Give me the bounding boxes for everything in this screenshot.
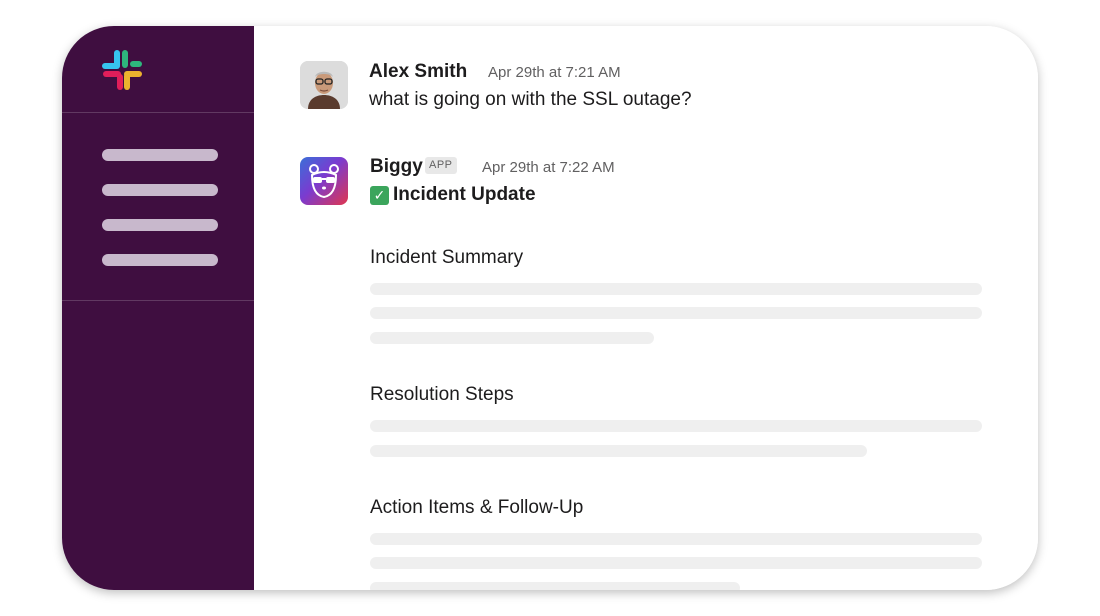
section-title-resolution-steps: Resolution Steps — [370, 384, 514, 405]
bear-icon — [309, 164, 339, 199]
user-photo-avatar[interactable] — [300, 61, 348, 109]
placeholder-line — [370, 445, 867, 457]
message-author[interactable]: Alex Smith — [369, 61, 467, 83]
sidebar-item-2[interactable] — [102, 184, 218, 196]
message-author[interactable]: Biggy — [370, 156, 423, 178]
placeholder-line — [370, 533, 982, 545]
sidebar-item-4[interactable] — [102, 254, 218, 266]
slack-logo-icon[interactable] — [100, 48, 144, 92]
placeholder-line — [370, 582, 740, 590]
message-timestamp[interactable]: Apr 29th at 7:22 AM — [482, 159, 615, 176]
incident-update-headline: ✓ Incident Update — [370, 184, 536, 206]
sidebar-divider — [62, 112, 254, 113]
person-icon — [300, 61, 348, 109]
section-title-action-items: Action Items & Follow-Up — [370, 497, 584, 518]
bear-glasses-app-icon[interactable] — [300, 157, 348, 205]
slack-window: Alex Smith Apr 29th at 7:21 AM what is g… — [62, 26, 1038, 590]
placeholder-line — [370, 332, 654, 344]
placeholder-line — [370, 307, 982, 319]
placeholder-line — [370, 557, 982, 569]
message-text: what is going on with the SSL outage? — [369, 89, 692, 110]
sidebar-item-1[interactable] — [102, 149, 218, 161]
message-pane: Alex Smith Apr 29th at 7:21 AM what is g… — [254, 26, 1038, 590]
placeholder-line — [370, 420, 982, 432]
sidebar-divider — [62, 300, 254, 301]
headline-text: Incident Update — [393, 184, 536, 205]
message-timestamp[interactable]: Apr 29th at 7:21 AM — [488, 64, 621, 81]
app-badge: APP — [425, 157, 457, 174]
section-title-incident-summary: Incident Summary — [370, 247, 524, 268]
placeholder-line — [370, 283, 982, 295]
sidebar — [62, 26, 254, 590]
sidebar-item-3[interactable] — [102, 219, 218, 231]
check-mark-icon: ✓ — [370, 185, 389, 205]
